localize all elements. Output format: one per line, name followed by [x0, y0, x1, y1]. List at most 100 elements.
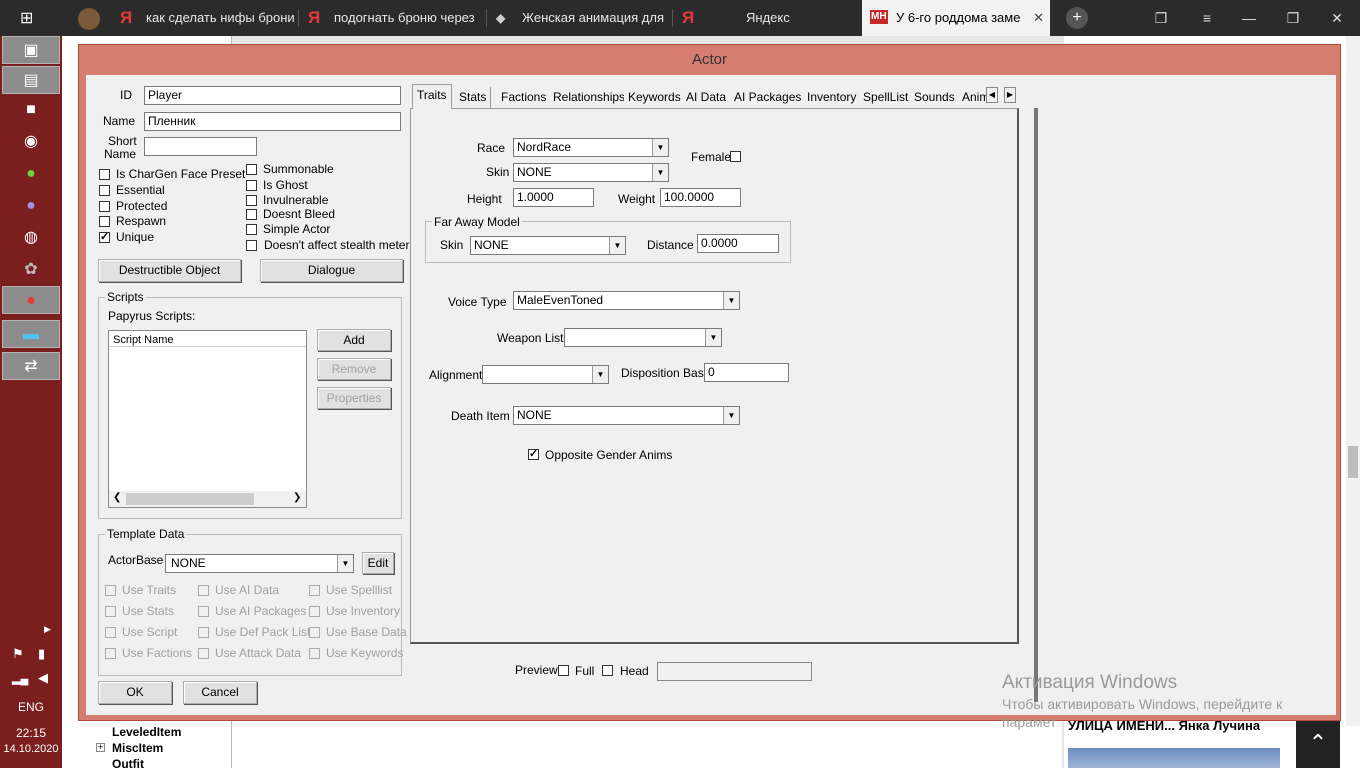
tree-item[interactable]: Outfit	[112, 757, 144, 768]
flag-icon[interactable]: ⚑	[12, 646, 24, 662]
yandex-browser-icon[interactable]: ●	[2, 286, 60, 314]
network-icon[interactable]: ▂▄	[12, 672, 28, 685]
use-spelllist-checkbox[interactable]	[309, 585, 320, 596]
use-attack-data-checkbox[interactable]	[198, 648, 209, 659]
chargen-preset-checkbox[interactable]	[99, 169, 110, 180]
viber-icon[interactable]: ●	[12, 192, 50, 220]
scroll-right-icon[interactable]: ❯	[293, 492, 301, 503]
preview-full-checkbox[interactable]	[558, 665, 569, 676]
edit-template-button[interactable]: Edit	[362, 552, 394, 574]
browser-tab-4[interactable]: ◆ Женская анимация для	[488, 0, 672, 36]
window-menu-icon[interactable]: ⊞	[20, 8, 33, 28]
tab-inventory[interactable]: Inventory	[803, 87, 862, 108]
use-base-data-checkbox[interactable]	[309, 627, 320, 638]
name-field[interactable]: Пленник	[144, 112, 401, 131]
distance-field[interactable]: 0.0000	[697, 234, 779, 253]
female-checkbox[interactable]	[730, 151, 741, 162]
unique-checkbox[interactable]: ✓	[99, 232, 110, 243]
actorbase-dropdown[interactable]: NONE ▼	[165, 554, 354, 573]
chevron-down-icon[interactable]: ▼	[723, 407, 739, 424]
use-keywords-checkbox[interactable]	[309, 648, 320, 659]
tab-anim[interactable]: Anim	[958, 87, 988, 108]
tree-item[interactable]: LeveledItem	[112, 725, 181, 739]
use-ai-data-checkbox[interactable]	[198, 585, 209, 596]
chevron-down-icon[interactable]: ▼	[705, 329, 721, 346]
chevron-down-icon[interactable]: ▼	[337, 555, 353, 572]
opposite-gender-anims-checkbox[interactable]: ✓	[528, 449, 539, 460]
disposition-base-field[interactable]: 0	[704, 363, 789, 382]
app-icon-4[interactable]: ▬	[2, 320, 60, 348]
use-stats-checkbox[interactable]	[105, 606, 116, 617]
skin-dropdown[interactable]: NONE ▼	[513, 163, 669, 182]
scrollbar-thumb[interactable]	[1348, 446, 1358, 478]
tree-item[interactable]: MiscItem	[112, 741, 163, 755]
tab-sounds[interactable]: Sounds	[910, 87, 960, 108]
close-tab-icon[interactable]: ✕	[1033, 0, 1044, 36]
stealth-meter-checkbox[interactable]	[246, 240, 257, 251]
app-icon-1[interactable]: ■	[12, 96, 50, 124]
simple-actor-checkbox[interactable]	[246, 224, 257, 235]
respawn-checkbox[interactable]	[99, 216, 110, 227]
news-image[interactable]	[1068, 748, 1280, 768]
new-tab-button[interactable]: +	[1066, 7, 1088, 29]
add-script-button[interactable]: Add	[317, 329, 391, 351]
protected-checkbox[interactable]	[99, 201, 110, 212]
menu-icon[interactable]: ≡	[1184, 0, 1230, 36]
alignment-dropdown[interactable]: ▼	[482, 365, 609, 384]
close-window-icon[interactable]: ✕	[1314, 0, 1360, 36]
chevron-down-icon[interactable]: ▼	[609, 237, 625, 254]
chevron-down-icon[interactable]: ▼	[723, 292, 739, 309]
invulnerable-checkbox[interactable]	[246, 195, 257, 206]
ok-button[interactable]: OK	[98, 681, 172, 704]
far-skin-dropdown[interactable]: NONE ▼	[470, 236, 626, 255]
weight-field[interactable]: 100.0000	[660, 188, 741, 207]
preview-head-checkbox[interactable]	[602, 665, 613, 676]
app-icon-2[interactable]: ◍	[12, 224, 50, 252]
chevron-right-icon[interactable]: ▶	[44, 624, 51, 635]
essential-checkbox[interactable]	[99, 185, 110, 196]
tab-factions[interactable]: Factions	[497, 87, 552, 108]
tab-stats[interactable]: Stats	[455, 87, 492, 108]
volume-icon[interactable]: ◀	[38, 670, 48, 686]
clock-time[interactable]: 22:15	[0, 726, 62, 740]
tab-relationships[interactable]: Relationships	[549, 87, 631, 108]
restore-icon[interactable]: ❐	[1270, 0, 1316, 36]
short-name-field[interactable]	[144, 137, 257, 156]
doesnt-bleed-checkbox[interactable]	[246, 209, 257, 220]
browser-tab-2[interactable]: Я как сделать нифы брони	[112, 0, 298, 36]
tab-list-icon[interactable]: ❐	[1138, 0, 1184, 36]
browser-tab-3[interactable]: Я подогнать броню через	[300, 0, 486, 36]
script-list[interactable]	[108, 330, 307, 508]
creation-kit-icon[interactable]: ⇄	[2, 352, 60, 380]
torrent-icon[interactable]: ●	[12, 160, 50, 188]
language-indicator[interactable]: ENG	[0, 700, 62, 714]
tree-expand-icon[interactable]: +	[96, 743, 105, 752]
scroll-left-icon[interactable]: ❮	[113, 492, 121, 503]
tab-scroll-right-icon[interactable]: ▶	[1004, 87, 1016, 103]
use-ai-packages-checkbox[interactable]	[198, 606, 209, 617]
remove-script-button[interactable]: Remove	[317, 358, 391, 380]
tab-traits[interactable]: Traits	[412, 84, 452, 109]
tab-scroll-left-icon[interactable]: ◀	[986, 87, 998, 103]
summonable-checkbox[interactable]	[246, 164, 257, 175]
use-inventory-checkbox[interactable]	[309, 606, 320, 617]
script-list-header[interactable]: Script Name	[109, 331, 306, 347]
tab-ai-packages[interactable]: AI Packages	[730, 87, 807, 108]
is-ghost-checkbox[interactable]	[246, 180, 257, 191]
browser-tab-active[interactable]: МН У 6-го роддома заме ✕	[862, 0, 1050, 36]
script-properties-button[interactable]: Properties	[317, 387, 391, 409]
race-dropdown[interactable]: NordRace ▼	[513, 138, 669, 157]
voice-type-dropdown[interactable]: MaleEvenToned ▼	[513, 291, 740, 310]
minimize-icon[interactable]: —	[1226, 0, 1272, 36]
scrollbar-thumb[interactable]	[126, 493, 254, 505]
app-icon-3[interactable]: ✿	[12, 256, 50, 284]
use-script-checkbox[interactable]	[105, 627, 116, 638]
tab-ai-data[interactable]: AI Data	[682, 87, 732, 108]
browser-tab-5[interactable]: Я Яндекс	[674, 0, 858, 36]
use-def-pack-list-checkbox[interactable]	[198, 627, 209, 638]
use-traits-checkbox[interactable]	[105, 585, 116, 596]
chevron-down-icon[interactable]: ▼	[592, 366, 608, 383]
image-viewer-icon[interactable]: ▣	[2, 36, 60, 64]
scrollbar[interactable]	[1346, 36, 1360, 726]
weapon-list-dropdown[interactable]: ▼	[564, 328, 722, 347]
